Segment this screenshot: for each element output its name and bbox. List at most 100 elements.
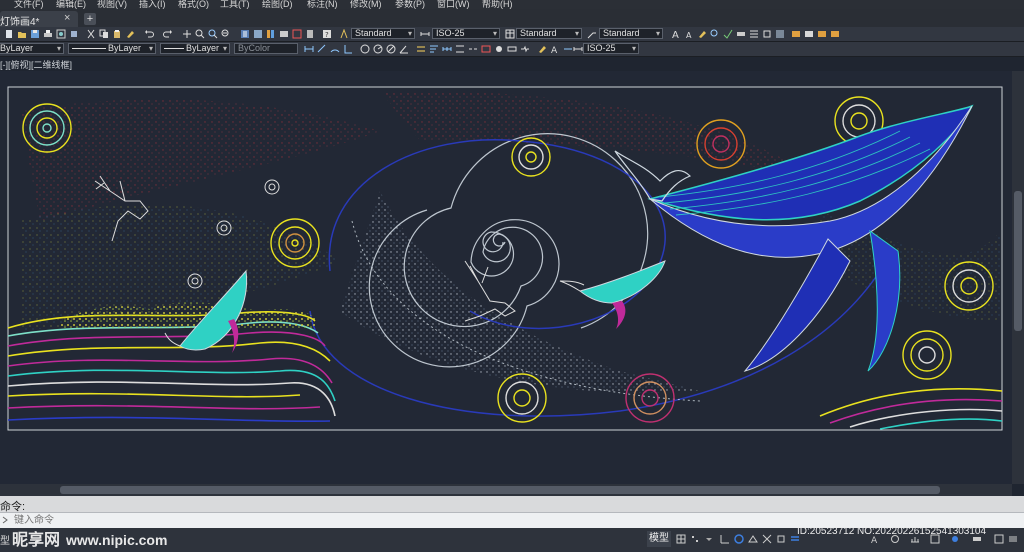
- table-style-icon[interactable]: [505, 29, 515, 39]
- text-large-icon[interactable]: A: [671, 29, 681, 39]
- new-file-icon[interactable]: [4, 29, 14, 39]
- text-style-select[interactable]: Standard ▾: [351, 28, 415, 39]
- diameter-dimension-icon[interactable]: [386, 44, 396, 54]
- menu-format[interactable]: 格式(O): [178, 0, 209, 9]
- baseline-dimension-icon[interactable]: [429, 44, 439, 54]
- quick-dimension-icon[interactable]: [416, 44, 426, 54]
- model-tab-left[interactable]: 型: [0, 532, 10, 547]
- ortho-icon[interactable]: [720, 534, 730, 544]
- object-snap-tracking-icon[interactable]: [762, 534, 772, 544]
- object-snap-icon[interactable]: [776, 534, 786, 544]
- customization-icon[interactable]: [1008, 534, 1018, 544]
- save-icon[interactable]: [30, 29, 40, 39]
- inspection-icon[interactable]: [507, 44, 517, 54]
- tolerance-icon[interactable]: [481, 44, 491, 54]
- print-icon[interactable]: [43, 29, 53, 39]
- dimension-update-icon[interactable]: [563, 44, 573, 54]
- cut-icon[interactable]: [86, 29, 96, 39]
- menu-help[interactable]: 帮助(H): [482, 0, 513, 9]
- dim-style-2-icon[interactable]: [573, 44, 583, 54]
- find-text-icon[interactable]: [710, 29, 720, 39]
- linetype-select[interactable]: ByLayer ▾: [68, 43, 156, 54]
- model-space-button[interactable]: 模型: [647, 531, 671, 547]
- plot-style-select[interactable]: ByColor: [234, 43, 298, 54]
- viewport-controls[interactable]: [-][俯视][二维线框]: [0, 58, 72, 71]
- snap-icon[interactable]: [690, 534, 700, 544]
- drawing-canvas[interactable]: [0, 71, 1012, 484]
- dimension-text-edit-icon[interactable]: A: [550, 44, 560, 54]
- pan-icon[interactable]: [182, 29, 192, 39]
- arc-length-icon[interactable]: [330, 44, 340, 54]
- edit-text-icon[interactable]: [697, 29, 707, 39]
- multileader-style-icon[interactable]: [587, 29, 597, 39]
- zoom-window-icon[interactable]: [208, 29, 218, 39]
- menu-draw[interactable]: 绘图(D): [262, 0, 293, 9]
- redo-icon[interactable]: [163, 29, 173, 39]
- menu-tools[interactable]: 工具(T): [220, 0, 250, 9]
- menu-window[interactable]: 窗口(W): [437, 0, 470, 9]
- text-scale-icon[interactable]: [736, 29, 746, 39]
- tool-palettes-icon[interactable]: [266, 29, 276, 39]
- markup-icon[interactable]: [292, 29, 302, 39]
- zoom-realtime-icon[interactable]: [195, 29, 205, 39]
- dimension-space-icon[interactable]: [455, 44, 465, 54]
- undo-icon[interactable]: [144, 29, 154, 39]
- justify-text-icon[interactable]: [749, 29, 759, 39]
- sheet-set-icon[interactable]: [279, 29, 289, 39]
- vertical-scrollbar[interactable]: [1012, 71, 1024, 484]
- design-center-icon[interactable]: [253, 29, 263, 39]
- menu-parameters[interactable]: 参数(P): [395, 0, 425, 9]
- isodraft-icon[interactable]: [748, 534, 758, 544]
- text-small-icon[interactable]: A: [684, 29, 694, 39]
- horizontal-scrollbar[interactable]: [0, 484, 1012, 496]
- zoom-previous-icon[interactable]: [221, 29, 231, 39]
- ordinate-dimension-icon[interactable]: [343, 44, 353, 54]
- multileader-style-select[interactable]: Standard ▾: [599, 28, 663, 39]
- clean-screen-icon[interactable]: [994, 534, 1004, 544]
- jogged-linear-icon[interactable]: [520, 44, 530, 54]
- horizontal-scroll-thumb[interactable]: [60, 486, 940, 494]
- vertical-scroll-thumb[interactable]: [1014, 191, 1022, 331]
- open-file-icon[interactable]: [17, 29, 27, 39]
- text-mask-icon[interactable]: [775, 29, 785, 39]
- table-edit-icon[interactable]: [804, 29, 814, 39]
- table-export-icon[interactable]: [817, 29, 827, 39]
- dimension-style-select[interactable]: ISO-25 ▾: [432, 28, 500, 39]
- copy-icon[interactable]: [99, 29, 109, 39]
- publish-icon[interactable]: [69, 29, 79, 39]
- menu-view[interactable]: 视图(V): [97, 0, 127, 9]
- table-style-select[interactable]: Standard ▾: [516, 28, 582, 39]
- layer-select[interactable]: ByLayer ▾: [0, 43, 64, 54]
- radius-dimension-icon[interactable]: [360, 44, 370, 54]
- dimension-style-select-2[interactable]: ISO-25 ▾: [583, 43, 639, 54]
- menu-modify[interactable]: 修改(M): [350, 0, 382, 9]
- menu-edit[interactable]: 编辑(E): [56, 0, 86, 9]
- menu-file[interactable]: 文件(F): [14, 0, 44, 9]
- dimension-break-icon[interactable]: [468, 44, 478, 54]
- plot-preview-icon[interactable]: [56, 29, 66, 39]
- quickcalc-icon[interactable]: [305, 29, 315, 39]
- center-mark-icon[interactable]: [494, 44, 504, 54]
- grid-icon[interactable]: [676, 534, 686, 544]
- aligned-dimension-icon[interactable]: [317, 44, 327, 54]
- match-properties-icon[interactable]: [125, 29, 135, 39]
- document-tab[interactable]: 灯饰画4* ×: [0, 11, 78, 28]
- close-tab-icon[interactable]: ×: [64, 12, 70, 24]
- lineweight-select[interactable]: ByLayer ▾: [160, 43, 230, 54]
- linear-dimension-icon[interactable]: [304, 44, 314, 54]
- status-dropdown-icon[interactable]: [704, 534, 714, 544]
- new-tab-button[interactable]: +: [84, 13, 96, 25]
- paste-icon[interactable]: [112, 29, 122, 39]
- continue-dimension-icon[interactable]: [442, 44, 452, 54]
- table-insert-icon[interactable]: [791, 29, 801, 39]
- menu-insert[interactable]: 插入(I): [139, 0, 166, 9]
- properties-icon[interactable]: [240, 29, 250, 39]
- help-icon[interactable]: ?: [322, 29, 332, 39]
- polar-tracking-icon[interactable]: [734, 534, 744, 544]
- convert-text-icon[interactable]: [762, 29, 772, 39]
- dimension-edit-icon[interactable]: [537, 44, 547, 54]
- dim-style-icon[interactable]: [420, 29, 430, 39]
- text-style-icon[interactable]: [339, 29, 349, 39]
- angular-dimension-icon[interactable]: [399, 44, 409, 54]
- menu-dimension[interactable]: 标注(N): [307, 0, 338, 9]
